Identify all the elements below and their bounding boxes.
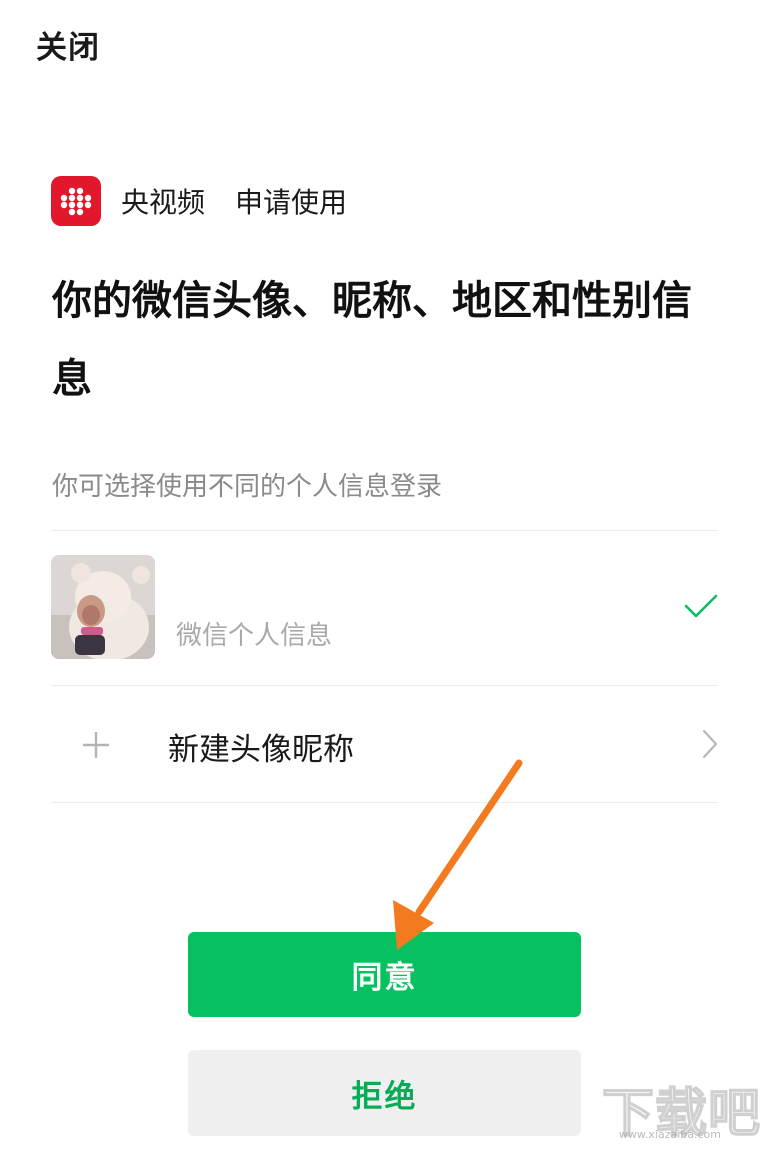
watermark-url: www.xiazaiba.com xyxy=(618,1128,721,1141)
new-avatar-nickname-label: 新建头像昵称 xyxy=(168,732,354,768)
agree-button[interactable]: 同意 xyxy=(188,932,581,1017)
permission-title: 你的微信头像、昵称、地区和性别信息 xyxy=(52,278,692,402)
app-info-row: 央视频 申请使用 xyxy=(51,176,347,226)
watermark-text: 下载吧 xyxy=(601,1084,761,1144)
chevron-right-icon xyxy=(702,729,718,759)
check-icon xyxy=(684,594,718,618)
avatar xyxy=(51,555,155,659)
divider xyxy=(51,530,718,531)
wechat-profile-option[interactable]: 微信个人信息 xyxy=(51,555,718,659)
wechat-profile-label: 微信个人信息 xyxy=(176,621,333,651)
app-name: 央视频 xyxy=(121,186,206,219)
close-button[interactable]: 关闭 xyxy=(36,22,100,67)
app-logo-icon xyxy=(51,176,101,226)
reject-button[interactable]: 拒绝 xyxy=(188,1050,581,1136)
plus-icon xyxy=(83,732,109,758)
watermark: 下载吧 www.xiazaiba.com xyxy=(601,1084,761,1144)
new-avatar-nickname-option[interactable]: 新建头像昵称 xyxy=(51,686,718,802)
request-text: 申请使用 xyxy=(235,186,348,219)
permission-subtitle: 你可选择使用不同的个人信息登录 xyxy=(52,472,443,502)
divider xyxy=(51,802,718,803)
